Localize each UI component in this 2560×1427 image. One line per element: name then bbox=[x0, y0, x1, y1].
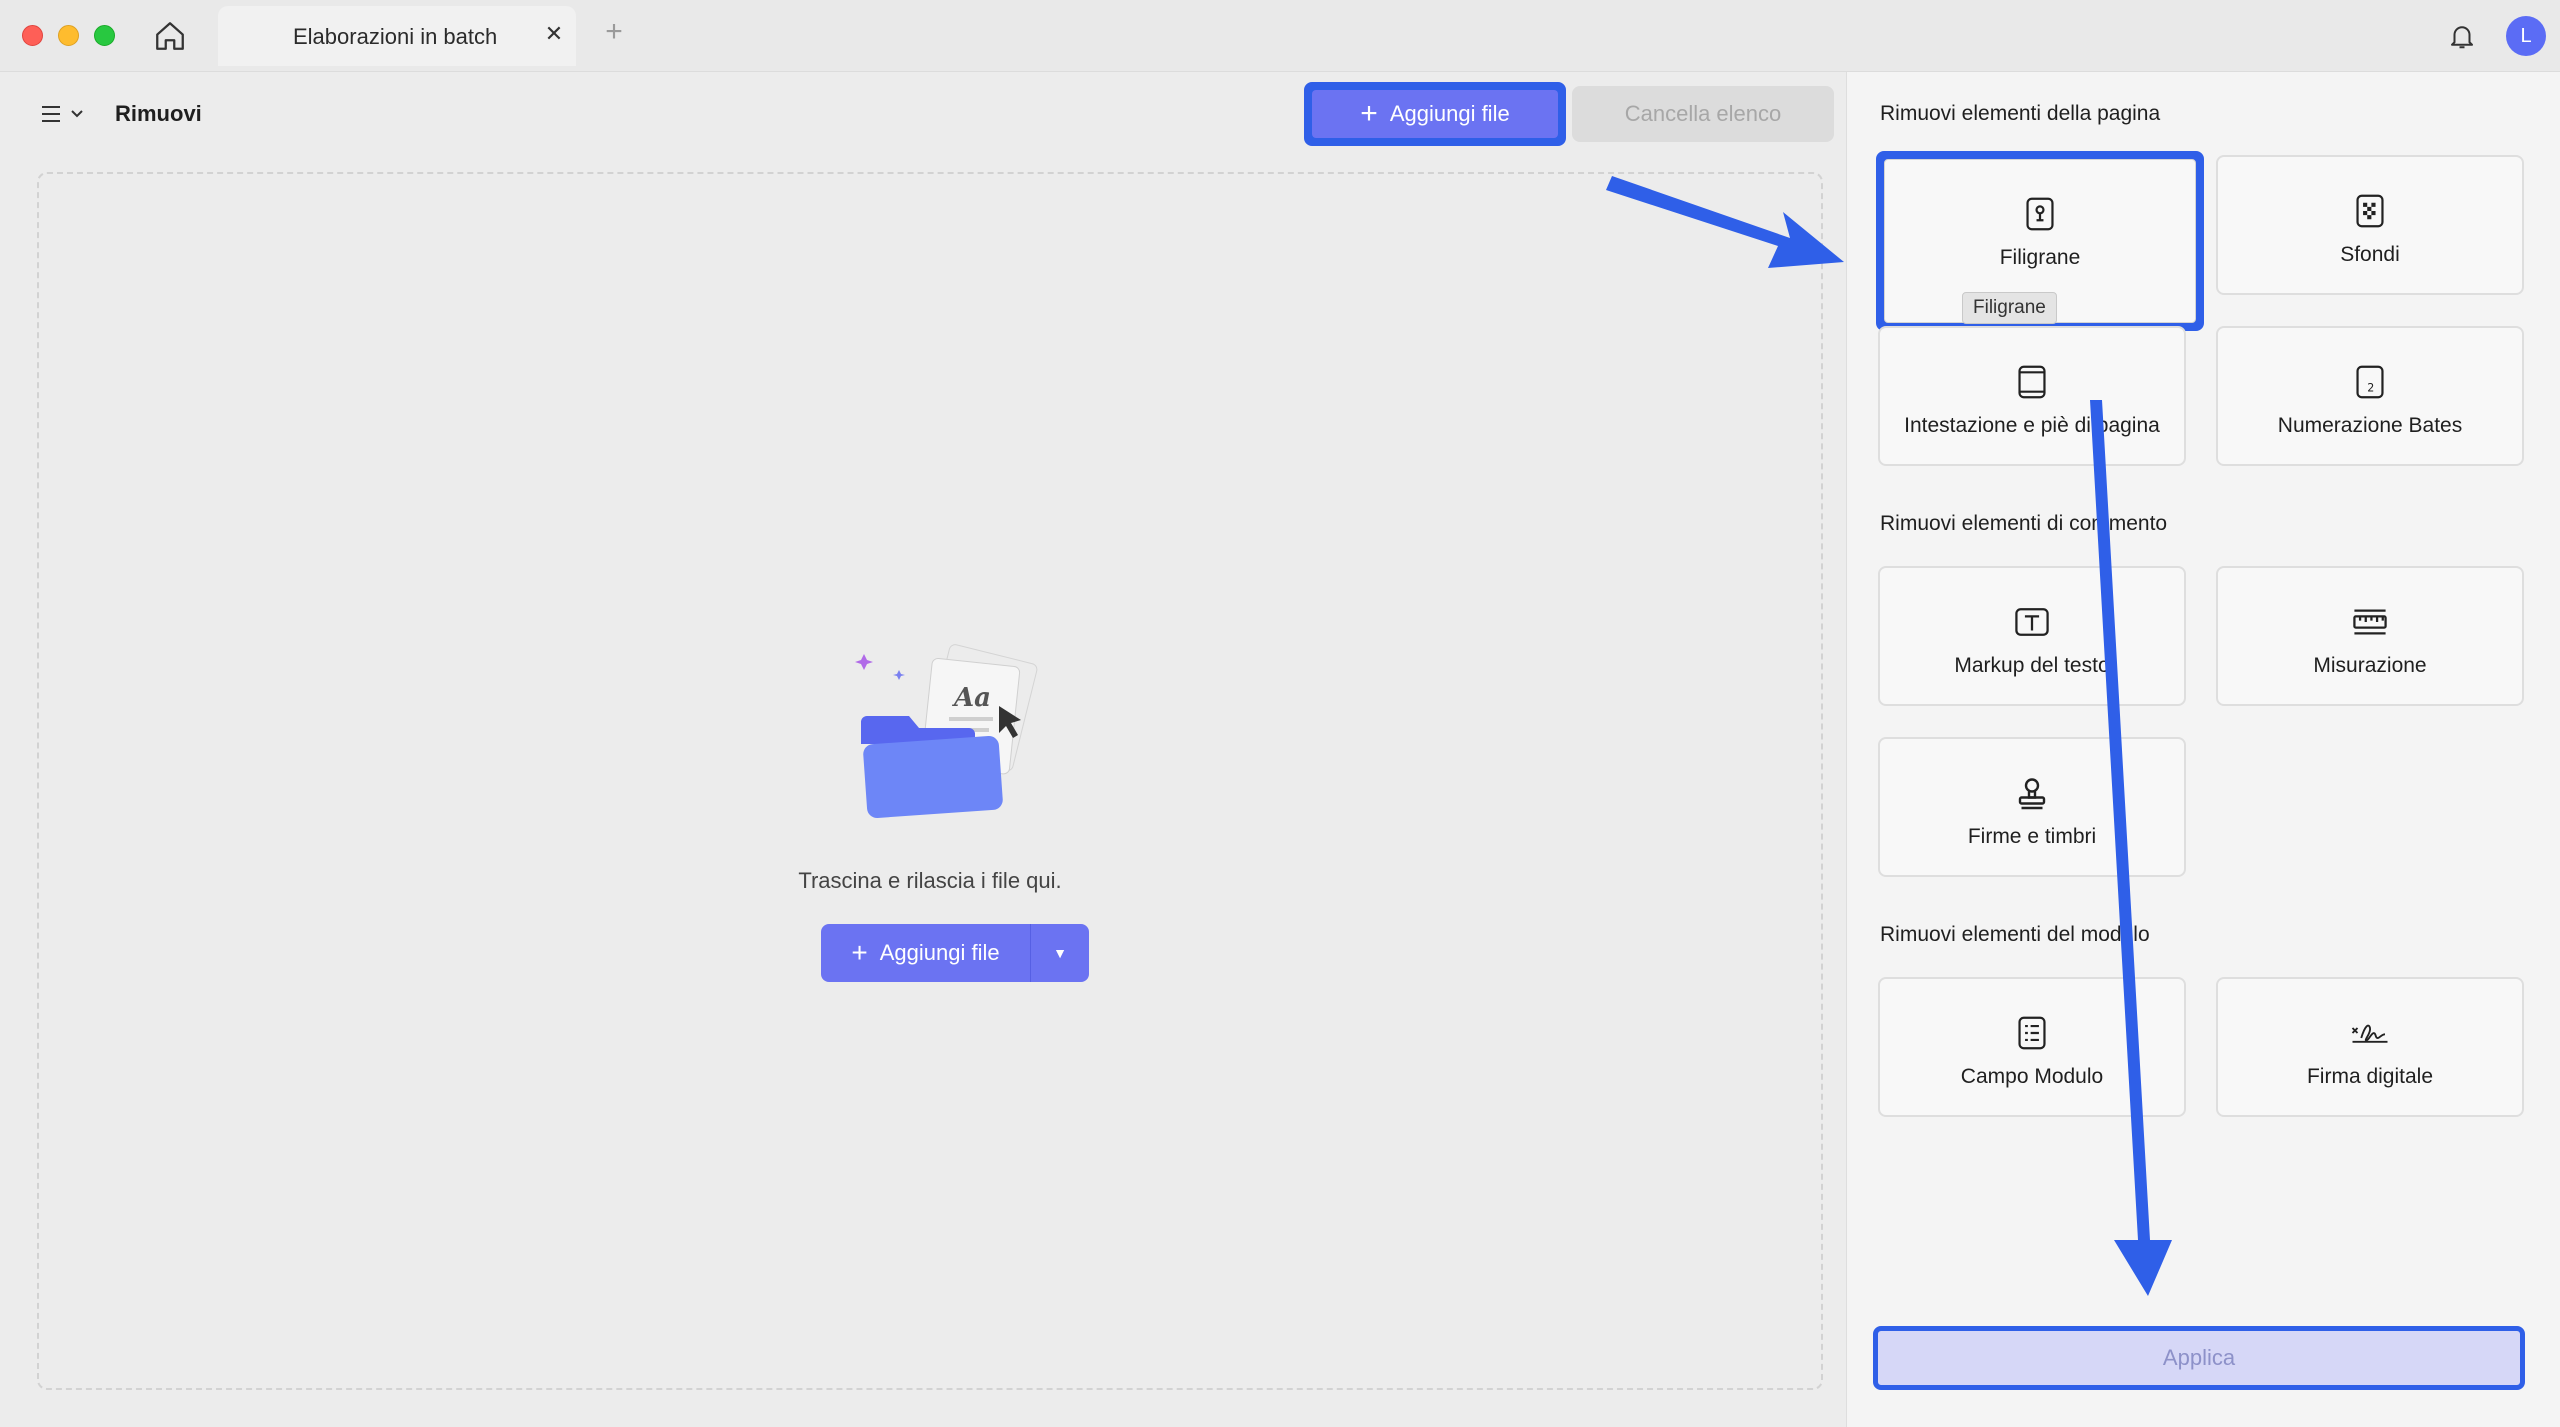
option-label: Misurazione bbox=[2313, 654, 2427, 677]
option-backgrounds[interactable]: Sfondi bbox=[2216, 155, 2524, 295]
title-bar: Elaborazioni in batch ✕ + L bbox=[0, 0, 2560, 72]
caret-down-icon: ▼ bbox=[1053, 945, 1067, 961]
clear-list-button[interactable]: Cancella elenco bbox=[1572, 86, 1834, 142]
form-field-icon bbox=[2012, 1013, 2052, 1053]
option-bates-numbering[interactable]: 2 Numerazione Bates bbox=[2216, 326, 2524, 466]
notifications-button[interactable] bbox=[2444, 18, 2480, 54]
add-file-label: Aggiungi file bbox=[1389, 101, 1510, 126]
add-file-dropdown-button[interactable]: ▼ bbox=[1031, 924, 1089, 982]
close-window-button[interactable] bbox=[22, 25, 43, 46]
avatar[interactable]: L bbox=[2506, 16, 2546, 56]
menu-button[interactable] bbox=[40, 98, 100, 130]
option-label: Intestazione e piè di pagina bbox=[1904, 414, 2160, 437]
svg-text:Aa: Aa bbox=[951, 683, 991, 713]
option-label: Firma digitale bbox=[2306, 1065, 2434, 1088]
tab-title: Elaborazioni in batch bbox=[293, 24, 498, 49]
plus-icon: + bbox=[1360, 97, 1378, 130]
minimize-window-button[interactable] bbox=[58, 25, 79, 46]
option-text-markup[interactable]: Markup del testo bbox=[1878, 566, 2186, 706]
option-label: Filigrane bbox=[1999, 246, 2081, 269]
stamp-icon bbox=[2012, 773, 2052, 813]
option-digital-signature[interactable]: Firma digitale bbox=[2216, 977, 2524, 1117]
chevron-down-icon bbox=[71, 110, 83, 118]
background-icon bbox=[2350, 191, 2390, 231]
option-label: Markup del testo bbox=[1954, 654, 2110, 677]
new-tab-button[interactable]: + bbox=[598, 15, 630, 48]
file-pane: Rimuovi + Aggiungi file Cancella elenco … bbox=[10, 72, 1840, 1427]
option-label: Sfondi bbox=[2340, 243, 2400, 266]
drop-zone[interactable]: Aa Trascina e rilascia i file qui. + Agg… bbox=[37, 172, 1823, 1390]
home-button[interactable] bbox=[150, 16, 190, 56]
option-measurement[interactable]: Misurazione bbox=[2216, 566, 2524, 706]
maximize-window-button[interactable] bbox=[94, 25, 115, 46]
plus-icon: + bbox=[851, 937, 868, 968]
option-signatures-stamps[interactable]: Firme e timbri bbox=[1878, 737, 2186, 877]
close-tab-icon[interactable]: ✕ bbox=[540, 20, 568, 48]
page-title: Rimuovi bbox=[115, 101, 202, 126]
text-markup-icon bbox=[2012, 602, 2052, 642]
tooltip: Filigrane bbox=[1962, 292, 2057, 324]
hamburger-icon bbox=[42, 106, 60, 122]
section-title-comment: Rimuovi elementi di commento bbox=[1880, 512, 2168, 535]
section-title-page: Rimuovi elementi della pagina bbox=[1880, 102, 2161, 125]
apply-button[interactable]: Applica bbox=[1873, 1326, 2525, 1390]
section-title-form: Rimuovi elementi del modulo bbox=[1880, 923, 2150, 946]
bell-icon bbox=[2451, 26, 2473, 49]
add-file-button[interactable]: + Aggiungi file bbox=[1304, 82, 1566, 146]
option-form-field[interactable]: Campo Modulo bbox=[1878, 977, 2186, 1117]
add-file-center-label: Aggiungi file bbox=[879, 940, 1000, 965]
option-label: Numerazione Bates bbox=[2277, 414, 2463, 437]
bates-numbering-icon: 2 bbox=[2350, 362, 2390, 402]
home-icon bbox=[156, 22, 184, 50]
option-label: Campo Modulo bbox=[1960, 1065, 2104, 1088]
tab-batch[interactable]: Elaborazioni in batch ✕ bbox=[218, 6, 576, 66]
watermark-icon bbox=[2020, 194, 2060, 234]
add-file-split-button: + Aggiungi file ▼ bbox=[821, 924, 1089, 982]
svg-text:2: 2 bbox=[2367, 382, 2374, 395]
option-label: Firme e timbri bbox=[1967, 825, 2097, 848]
header-footer-icon bbox=[2012, 362, 2052, 402]
drop-hint: Trascina e rilascia i file qui. bbox=[798, 868, 1062, 893]
digital-signature-icon bbox=[2350, 1013, 2390, 1053]
add-file-button-center[interactable]: + Aggiungi file bbox=[821, 924, 1031, 982]
measure-icon bbox=[2350, 602, 2390, 642]
folder-illustration-icon: Aa bbox=[855, 644, 1038, 818]
option-header-footer[interactable]: Intestazione e piè di pagina bbox=[1878, 326, 2186, 466]
